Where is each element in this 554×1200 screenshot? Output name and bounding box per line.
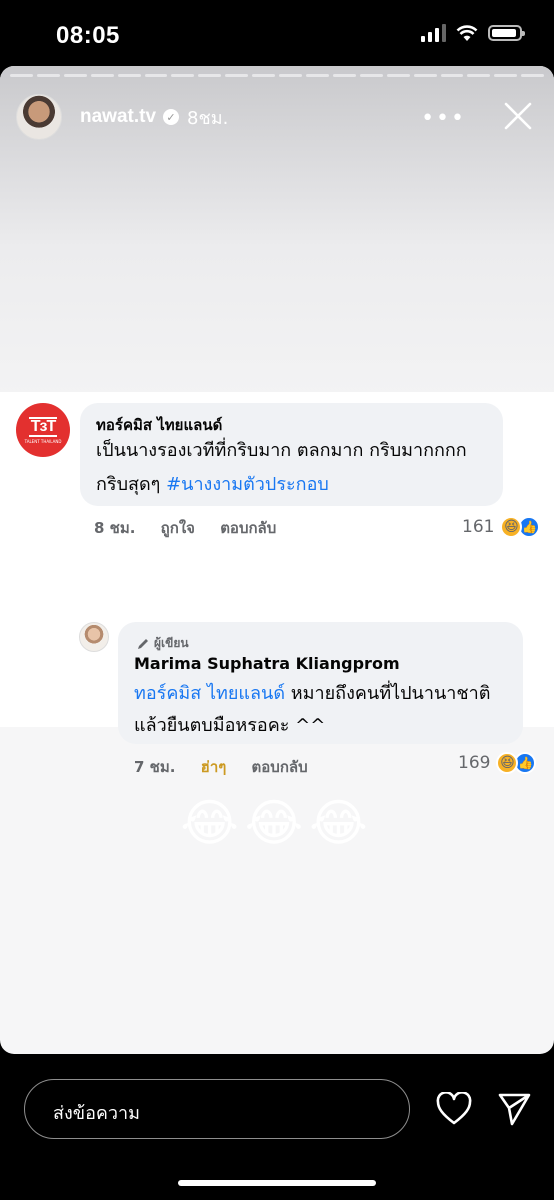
- comment-text-line2: กริบสุดๆ #นางงามตัวประกอบ: [96, 469, 329, 501]
- verified-badge-icon: ✓: [163, 109, 180, 125]
- progress-segment: [359, 74, 383, 77]
- reply-reaction-count: 169: [458, 753, 491, 773]
- pen-icon: [138, 638, 148, 649]
- comment-reply-label: ตอบกลับ: [220, 519, 277, 537]
- comment-author: ทอร์คมิส ไทยแลนด์: [96, 416, 223, 434]
- progress-segment: [467, 74, 491, 77]
- close-icon[interactable]: [500, 98, 536, 134]
- progress-segment: [413, 74, 437, 77]
- progress-segment: [225, 74, 249, 77]
- reply-avatar: [79, 622, 109, 652]
- reply-reply-label: ตอบกลับ: [251, 758, 308, 776]
- progress-segment: [279, 74, 302, 77]
- reply-time: 7 ชม.: [134, 758, 176, 776]
- comment-screenshot: TɜT TALENT THAILAND ทอร์คมิส ไทยแลนด์ เป…: [0, 392, 554, 776]
- comment-hashtag: #นางงามตัวประกอบ: [166, 474, 329, 495]
- progress-segment: [386, 74, 410, 77]
- more-options-icon[interactable]: •••: [421, 106, 466, 131]
- progress-segment: [117, 74, 141, 77]
- progress-segment: [171, 74, 195, 77]
- reply-text-line1-rest: หมายถึงคนที่ไปนานาชาติ: [285, 683, 491, 704]
- progress-segment: [252, 74, 276, 77]
- reply-text-line2: แล้วยืนตบมือหรอคะ ^^: [134, 715, 326, 736]
- reply-reaction-label: ฮ่าๆ: [200, 758, 227, 776]
- progress-segment: [305, 74, 329, 77]
- haha-reaction-icon: 😆: [500, 516, 523, 538]
- haha-reaction-icon: 😆: [496, 752, 519, 774]
- progress-segment: [332, 74, 356, 77]
- message-input[interactable]: ส่งข้อความ: [24, 1079, 410, 1139]
- status-icons: [421, 24, 525, 42]
- story-card[interactable]: nawat.tv ✓ 8ชม. ••• TɜT TALENT THAILAND …: [0, 66, 554, 1054]
- battery-icon: [488, 25, 525, 41]
- progress-segment: [63, 74, 87, 77]
- message-placeholder: ส่งข้อความ: [53, 1103, 141, 1124]
- progress-segment: [10, 74, 33, 77]
- comment-text-line2-plain: กริบสุดๆ: [96, 474, 167, 495]
- progress-segment: [521, 74, 545, 77]
- comment-reactions: 161 😆 👍: [462, 516, 541, 538]
- emoji-sticker: 😂😂😂: [180, 794, 374, 852]
- comment-reaction-count: 161: [462, 517, 495, 537]
- wifi-icon: [456, 25, 478, 41]
- progress-segment: [440, 74, 464, 77]
- progress-segment: [198, 74, 222, 77]
- reply-author: Marima Suphatra Kliangprom: [134, 654, 400, 673]
- signal-icon: [421, 24, 446, 42]
- reply-mention: ทอร์คมิส ไทยแลนด์: [134, 683, 286, 704]
- comment-time: 8 ชม.: [94, 519, 136, 537]
- progress-segment: [494, 74, 518, 77]
- author-badge: ผู้เขียน: [136, 634, 189, 653]
- send-icon[interactable]: [496, 1090, 532, 1126]
- story-username[interactable]: nawat.tv: [80, 106, 156, 128]
- comment-like-label: ถูกใจ: [160, 519, 195, 537]
- page-avatar-logo: TɜT TALENT THAILAND: [16, 403, 70, 457]
- comment-meta: 8 ชม. ถูกใจ ตอบกลับ: [94, 516, 276, 540]
- author-badge-label: ผู้เขียน: [154, 636, 189, 650]
- comment-bubble: ทอร์คมิส ไทยแลนด์ เป็นนางรองเวทีที่กริบม…: [80, 403, 503, 506]
- story-header: nawat.tv ✓ 8ชม. •••: [16, 94, 538, 140]
- reply-reactions: 169 😆 👍: [458, 752, 537, 774]
- comment-text-line1: เป็นนางรองเวทีที่กริบมาก ตลกมาก กริบมากก…: [96, 440, 467, 461]
- story-time-ago: 8ชม.: [187, 107, 229, 129]
- progress-segment: [90, 74, 114, 77]
- progress-segment: [36, 74, 60, 77]
- progress-segment: [144, 74, 168, 77]
- status-time: 08:05: [56, 22, 120, 49]
- reply-text-line1: ทอร์คมิส ไทยแลนด์ หมายถึงคนที่ไปนานาชาติ: [134, 678, 490, 710]
- heart-icon[interactable]: [436, 1092, 472, 1126]
- home-indicator: [178, 1180, 376, 1186]
- story-avatar[interactable]: [16, 94, 62, 140]
- reply-bubble: ผู้เขียน Marima Suphatra Kliangprom ทอร์…: [118, 622, 523, 744]
- reply-meta: 7 ชม. ฮ่าๆ ตอบกลับ: [134, 755, 308, 779]
- story-progress-bar: [10, 74, 545, 77]
